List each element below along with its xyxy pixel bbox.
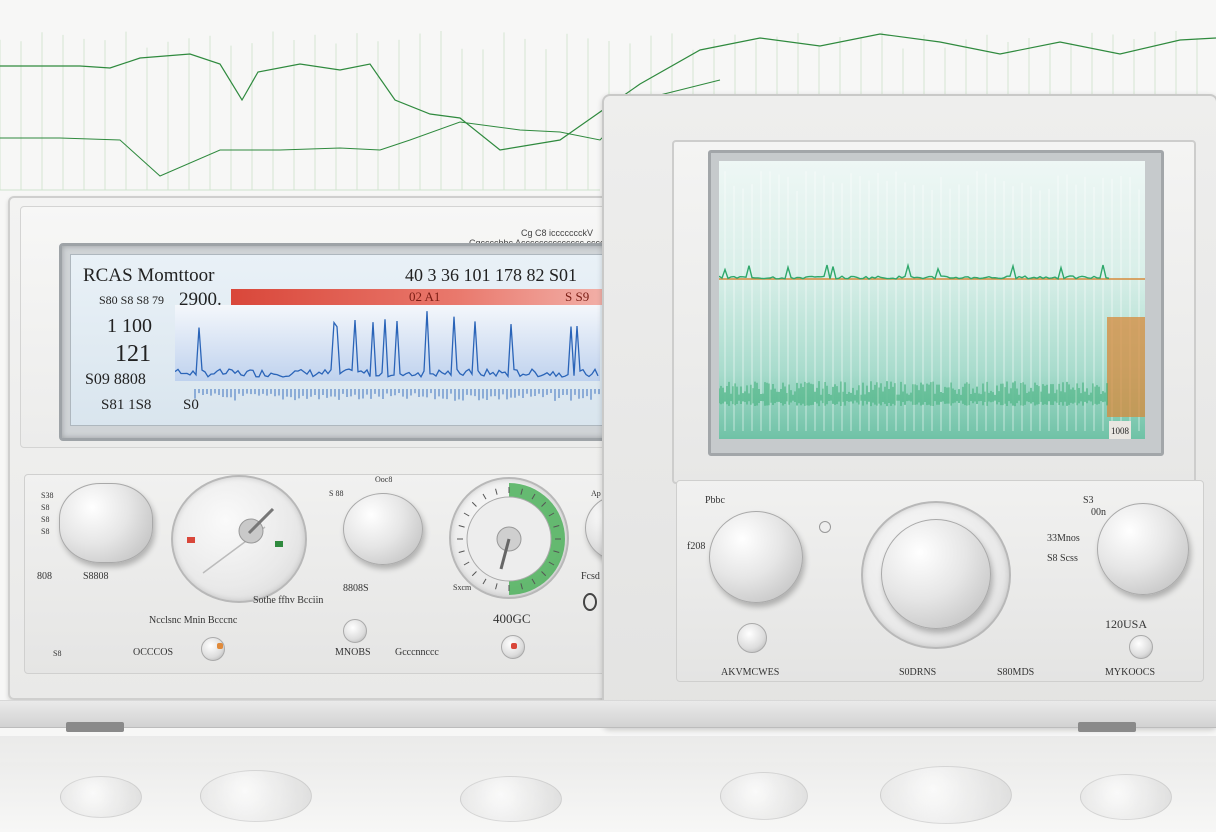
right-label-mykoocs: MYKOOCS — [1105, 667, 1156, 678]
lcd-bezel: RCAS Momttoor 40 3 36 101 178 82 S01 S80… — [59, 243, 637, 441]
corner-mark-left: S8 — [53, 649, 62, 658]
selector-knob-1[interactable] — [59, 483, 153, 563]
readout-row3-value: 121 — [115, 341, 151, 367]
display-panel: Cg C8 iccccccckV Cgccccbbc Acccccccccccc… — [20, 206, 658, 448]
small-indicator — [583, 593, 597, 611]
knob1-label-3: S8 — [41, 527, 50, 536]
dial-2-label: Sothe ffhv Bcciin — [253, 595, 324, 606]
level-gauge[interactable] — [449, 477, 569, 599]
label-gcccnnccc: Gcccnnccc — [395, 647, 439, 658]
lcd-waveform — [175, 305, 600, 401]
lcd-screen: RCAS Momttoor 40 3 36 101 178 82 S01 S80… — [70, 254, 622, 426]
knob3-label-bottom: 8808S — [343, 583, 369, 594]
toggle-switch-2[interactable] — [343, 619, 367, 643]
rknob2-label-bottom: S0DRNS — [899, 667, 937, 678]
rknob1-label-top: Pbbc — [705, 495, 725, 506]
readout-row1-label: S80 S8 S8 79 — [99, 293, 165, 307]
device-base — [0, 700, 1216, 728]
gauge-label-bottom: Sxcm — [453, 583, 472, 592]
knob3-label-top-right: Ooc8 — [375, 475, 393, 484]
foot-right — [1078, 722, 1136, 732]
knob3-label-top-left: S 88 — [329, 489, 344, 498]
knob1-label-bottom-left: 808 — [37, 571, 52, 582]
knob1-label-1: S8 — [41, 503, 50, 512]
level-gauge-face — [457, 483, 565, 595]
dial-2-needle — [187, 507, 283, 574]
rknob1-label-bottom: AKVMCWES — [721, 667, 780, 678]
right-main-dial[interactable] — [861, 501, 1011, 649]
knob1-label-2: S8 — [41, 515, 50, 524]
left-monitor-unit: Cg C8 iccccccckV Cgccccbbc Acccccccccccc… — [8, 196, 672, 700]
foot-left — [66, 722, 124, 732]
dial-2[interactable] — [171, 475, 307, 603]
reflection-knob-3 — [460, 776, 562, 822]
rknob3-label-top2: 00n — [1091, 507, 1106, 518]
right-toggle-1[interactable] — [737, 623, 767, 653]
reflection-knob-1 — [60, 776, 142, 818]
right-toggle-3[interactable] — [1129, 635, 1153, 659]
right-label-s80mds: S80MDS — [997, 667, 1035, 678]
label-mnobs: MNOBS — [335, 647, 371, 658]
toggle-switch-1[interactable] — [201, 637, 225, 661]
right-knob-1[interactable] — [709, 511, 803, 603]
label-occcos: OCCCOS — [133, 647, 174, 658]
reflection-knob-6 — [1080, 774, 1172, 820]
readout-row5-label: S81 1S8 — [101, 397, 152, 413]
indicator-led-2 — [511, 643, 517, 649]
screen-corner-text: 1008 — [1111, 426, 1129, 436]
rknob3-label-left: 33Mnos — [1047, 533, 1080, 544]
screen-bezel: 1008 — [708, 150, 1164, 456]
waveform-screen: 1008 — [719, 161, 1145, 439]
right-control-panel: Pbbc f208 AKVMCWES S0DRNS S80MDS S3 00n … — [676, 480, 1204, 682]
right-monitor-unit: 1008 Pbbc f208 AKVMCWES S0DRNS S80MDS S3… — [602, 94, 1216, 728]
panel-caption-left: Ncclsnc Mnin Bcccnc — [149, 615, 238, 626]
readout-row2-value: 1 100 — [107, 315, 152, 337]
control-knob-3[interactable] — [343, 493, 423, 565]
knob1-label-top: S38 — [41, 491, 54, 500]
reflection-knob-5 — [880, 766, 1012, 824]
reflection-knob-4 — [720, 772, 808, 820]
rknob3-label-bottom: 120USA — [1105, 617, 1148, 631]
rknob3-label-top: S3 — [1083, 495, 1094, 506]
right-knob-3[interactable] — [1097, 503, 1189, 595]
reflection-knob-2 — [200, 770, 312, 822]
label-400gc: 400GC — [493, 611, 531, 626]
surface-reflection — [0, 736, 1216, 832]
right-main-dial-cap[interactable] — [881, 519, 991, 629]
screen-corner-label: 1008 — [1109, 421, 1131, 439]
rknob1-label-left: f208 — [687, 541, 706, 552]
knob1-label-bottom-right: S8808 — [83, 571, 109, 582]
left-control-panel: S38 S8 S8 S8 808 S8808 Sothe ffhv Bcciin… — [24, 474, 662, 674]
readout-row4-value: S09 8808 — [85, 371, 146, 388]
rknob3-label-left2: S8 Scss — [1047, 553, 1078, 564]
screen-waveform — [719, 171, 1145, 431]
rknob1-indicator — [819, 521, 831, 533]
indicator-led-1 — [217, 643, 223, 649]
screen-frame: 1008 — [672, 140, 1196, 484]
